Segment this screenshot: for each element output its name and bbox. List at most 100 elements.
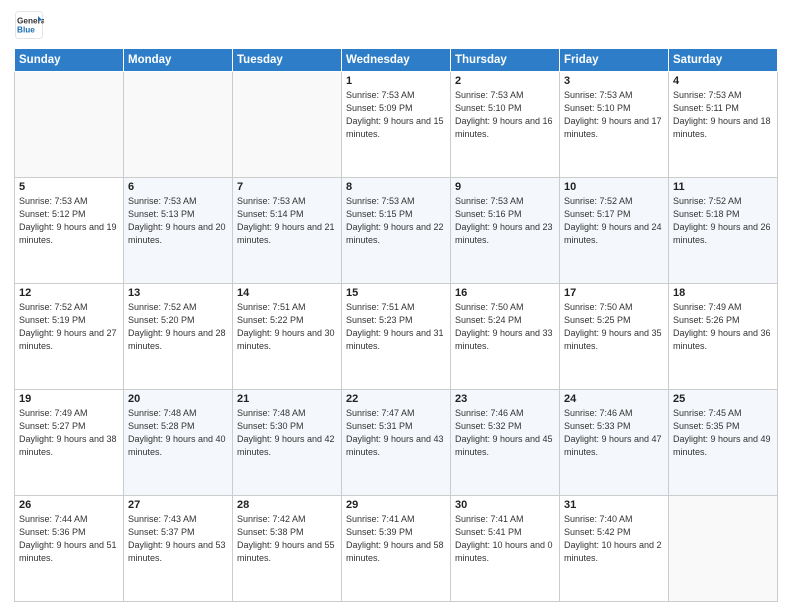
day-detail: Sunrise: 7:46 AMSunset: 5:33 PMDaylight:…: [564, 407, 664, 459]
day-cell: 19 Sunrise: 7:49 AMSunset: 5:27 PMDaylig…: [15, 390, 124, 496]
day-cell: 26 Sunrise: 7:44 AMSunset: 5:36 PMDaylig…: [15, 496, 124, 602]
day-number: 23: [455, 393, 555, 405]
calendar-page: General Blue SundayMondayTuesdayWednesda…: [0, 0, 792, 612]
header: General Blue: [14, 10, 778, 40]
day-cell: 14 Sunrise: 7:51 AMSunset: 5:22 PMDaylig…: [233, 284, 342, 390]
day-number: 22: [346, 393, 446, 405]
day-cell: 18 Sunrise: 7:49 AMSunset: 5:26 PMDaylig…: [669, 284, 778, 390]
header-friday: Friday: [560, 49, 669, 72]
day-number: 14: [237, 287, 337, 299]
day-cell: [669, 496, 778, 602]
day-number: 28: [237, 499, 337, 511]
day-detail: Sunrise: 7:51 AMSunset: 5:22 PMDaylight:…: [237, 301, 337, 353]
day-cell: 20 Sunrise: 7:48 AMSunset: 5:28 PMDaylig…: [124, 390, 233, 496]
day-detail: Sunrise: 7:50 AMSunset: 5:25 PMDaylight:…: [564, 301, 664, 353]
day-cell: 3 Sunrise: 7:53 AMSunset: 5:10 PMDayligh…: [560, 72, 669, 178]
day-cell: 25 Sunrise: 7:45 AMSunset: 5:35 PMDaylig…: [669, 390, 778, 496]
day-detail: Sunrise: 7:52 AMSunset: 5:19 PMDaylight:…: [19, 301, 119, 353]
day-cell: 12 Sunrise: 7:52 AMSunset: 5:19 PMDaylig…: [15, 284, 124, 390]
day-cell: 16 Sunrise: 7:50 AMSunset: 5:24 PMDaylig…: [451, 284, 560, 390]
day-detail: Sunrise: 7:52 AMSunset: 5:17 PMDaylight:…: [564, 195, 664, 247]
day-cell: [15, 72, 124, 178]
header-tuesday: Tuesday: [233, 49, 342, 72]
day-detail: Sunrise: 7:48 AMSunset: 5:28 PMDaylight:…: [128, 407, 228, 459]
day-detail: Sunrise: 7:41 AMSunset: 5:41 PMDaylight:…: [455, 513, 555, 565]
day-detail: Sunrise: 7:53 AMSunset: 5:12 PMDaylight:…: [19, 195, 119, 247]
day-detail: Sunrise: 7:42 AMSunset: 5:38 PMDaylight:…: [237, 513, 337, 565]
day-number: 3: [564, 75, 664, 87]
day-cell: 8 Sunrise: 7:53 AMSunset: 5:15 PMDayligh…: [342, 178, 451, 284]
day-number: 25: [673, 393, 773, 405]
day-number: 18: [673, 287, 773, 299]
day-number: 20: [128, 393, 228, 405]
day-number: 5: [19, 181, 119, 193]
day-detail: Sunrise: 7:53 AMSunset: 5:14 PMDaylight:…: [237, 195, 337, 247]
day-number: 8: [346, 181, 446, 193]
day-detail: Sunrise: 7:40 AMSunset: 5:42 PMDaylight:…: [564, 513, 664, 565]
day-number: 1: [346, 75, 446, 87]
logo-icon: General Blue: [14, 10, 44, 40]
day-detail: Sunrise: 7:52 AMSunset: 5:18 PMDaylight:…: [673, 195, 773, 247]
svg-text:General: General: [17, 17, 44, 26]
day-detail: Sunrise: 7:49 AMSunset: 5:27 PMDaylight:…: [19, 407, 119, 459]
day-detail: Sunrise: 7:53 AMSunset: 5:16 PMDaylight:…: [455, 195, 555, 247]
week-row-2: 12 Sunrise: 7:52 AMSunset: 5:19 PMDaylig…: [15, 284, 778, 390]
day-number: 21: [237, 393, 337, 405]
day-cell: 1 Sunrise: 7:53 AMSunset: 5:09 PMDayligh…: [342, 72, 451, 178]
day-cell: [233, 72, 342, 178]
day-cell: 30 Sunrise: 7:41 AMSunset: 5:41 PMDaylig…: [451, 496, 560, 602]
header-monday: Monday: [124, 49, 233, 72]
day-cell: 13 Sunrise: 7:52 AMSunset: 5:20 PMDaylig…: [124, 284, 233, 390]
day-cell: 23 Sunrise: 7:46 AMSunset: 5:32 PMDaylig…: [451, 390, 560, 496]
day-number: 24: [564, 393, 664, 405]
day-detail: Sunrise: 7:53 AMSunset: 5:11 PMDaylight:…: [673, 89, 773, 141]
day-number: 7: [237, 181, 337, 193]
logo: General Blue: [14, 10, 48, 40]
day-detail: Sunrise: 7:48 AMSunset: 5:30 PMDaylight:…: [237, 407, 337, 459]
day-cell: 29 Sunrise: 7:41 AMSunset: 5:39 PMDaylig…: [342, 496, 451, 602]
day-cell: 7 Sunrise: 7:53 AMSunset: 5:14 PMDayligh…: [233, 178, 342, 284]
day-number: 29: [346, 499, 446, 511]
day-cell: 15 Sunrise: 7:51 AMSunset: 5:23 PMDaylig…: [342, 284, 451, 390]
calendar-table: SundayMondayTuesdayWednesdayThursdayFrid…: [14, 48, 778, 602]
day-cell: 11 Sunrise: 7:52 AMSunset: 5:18 PMDaylig…: [669, 178, 778, 284]
day-detail: Sunrise: 7:53 AMSunset: 5:15 PMDaylight:…: [346, 195, 446, 247]
week-row-1: 5 Sunrise: 7:53 AMSunset: 5:12 PMDayligh…: [15, 178, 778, 284]
day-number: 15: [346, 287, 446, 299]
week-row-0: 1 Sunrise: 7:53 AMSunset: 5:09 PMDayligh…: [15, 72, 778, 178]
day-detail: Sunrise: 7:50 AMSunset: 5:24 PMDaylight:…: [455, 301, 555, 353]
day-number: 4: [673, 75, 773, 87]
day-detail: Sunrise: 7:44 AMSunset: 5:36 PMDaylight:…: [19, 513, 119, 565]
day-detail: Sunrise: 7:53 AMSunset: 5:10 PMDaylight:…: [564, 89, 664, 141]
day-number: 2: [455, 75, 555, 87]
day-cell: 21 Sunrise: 7:48 AMSunset: 5:30 PMDaylig…: [233, 390, 342, 496]
day-detail: Sunrise: 7:53 AMSunset: 5:13 PMDaylight:…: [128, 195, 228, 247]
day-cell: 10 Sunrise: 7:52 AMSunset: 5:17 PMDaylig…: [560, 178, 669, 284]
day-detail: Sunrise: 7:53 AMSunset: 5:10 PMDaylight:…: [455, 89, 555, 141]
day-number: 31: [564, 499, 664, 511]
day-detail: Sunrise: 7:47 AMSunset: 5:31 PMDaylight:…: [346, 407, 446, 459]
day-detail: Sunrise: 7:43 AMSunset: 5:37 PMDaylight:…: [128, 513, 228, 565]
day-cell: 6 Sunrise: 7:53 AMSunset: 5:13 PMDayligh…: [124, 178, 233, 284]
day-detail: Sunrise: 7:46 AMSunset: 5:32 PMDaylight:…: [455, 407, 555, 459]
day-cell: 17 Sunrise: 7:50 AMSunset: 5:25 PMDaylig…: [560, 284, 669, 390]
day-number: 13: [128, 287, 228, 299]
day-number: 12: [19, 287, 119, 299]
day-detail: Sunrise: 7:52 AMSunset: 5:20 PMDaylight:…: [128, 301, 228, 353]
day-cell: 4 Sunrise: 7:53 AMSunset: 5:11 PMDayligh…: [669, 72, 778, 178]
header-saturday: Saturday: [669, 49, 778, 72]
svg-text:Blue: Blue: [17, 26, 35, 35]
header-thursday: Thursday: [451, 49, 560, 72]
week-row-4: 26 Sunrise: 7:44 AMSunset: 5:36 PMDaylig…: [15, 496, 778, 602]
day-number: 30: [455, 499, 555, 511]
day-number: 6: [128, 181, 228, 193]
day-cell: 9 Sunrise: 7:53 AMSunset: 5:16 PMDayligh…: [451, 178, 560, 284]
day-cell: 22 Sunrise: 7:47 AMSunset: 5:31 PMDaylig…: [342, 390, 451, 496]
day-number: 16: [455, 287, 555, 299]
day-cell: 2 Sunrise: 7:53 AMSunset: 5:10 PMDayligh…: [451, 72, 560, 178]
day-cell: 27 Sunrise: 7:43 AMSunset: 5:37 PMDaylig…: [124, 496, 233, 602]
header-wednesday: Wednesday: [342, 49, 451, 72]
day-number: 27: [128, 499, 228, 511]
day-number: 19: [19, 393, 119, 405]
day-detail: Sunrise: 7:45 AMSunset: 5:35 PMDaylight:…: [673, 407, 773, 459]
